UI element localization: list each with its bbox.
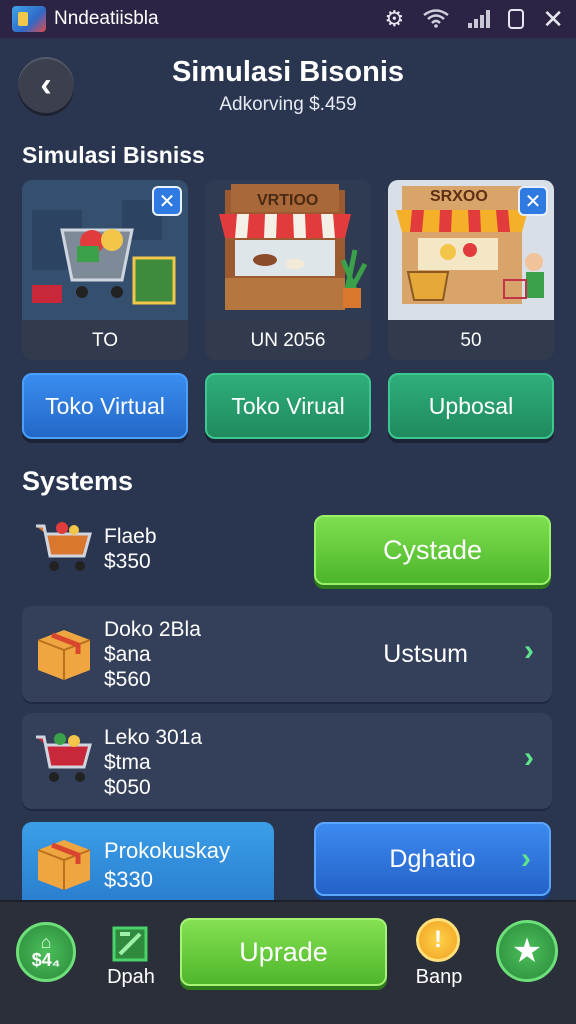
system-row-4[interactable]: Prokokuskay $330 [22, 822, 274, 902]
card-1-close-button[interactable]: ✕ [152, 186, 182, 216]
chevron-right-icon[interactable]: › [524, 741, 534, 775]
wifi-signal-icon [422, 9, 450, 28]
stall-sign: VRTIOO [257, 192, 319, 209]
cellular-signal-icon [468, 10, 491, 28]
row-2-name: Doko 2Bla [104, 618, 201, 641]
close-icon: ✕ [524, 190, 542, 213]
toko-virual-button-2[interactable]: Toko Virual [205, 373, 371, 439]
toko-virtual-button-1[interactable]: Toko Virtual [22, 373, 188, 439]
page-title: Simulasi Bisonis [171, 56, 405, 88]
systems-section-title: Systems [22, 466, 134, 496]
row-3-price: $050 [104, 776, 151, 799]
card-1-value: TO [91, 330, 119, 351]
status-app-title: Nndeatiisbla [54, 8, 159, 29]
home-money-button[interactable]: ⌂ $4₄ [16, 922, 76, 982]
row-2-line2: $ana [104, 643, 151, 666]
system-row-2[interactable]: Doko 2Bla $ana $560 Ustsum › [22, 606, 552, 702]
phone-outline-icon [508, 9, 525, 29]
app-icon [12, 6, 46, 32]
box-icon [37, 840, 91, 890]
business-card-2[interactable]: VRTIOO UN 2056 [205, 180, 371, 360]
status-icons: ⚙ ✕ [384, 6, 564, 32]
row-3-name: Leko 301a [104, 726, 203, 749]
close-icon: ✕ [158, 190, 176, 213]
ustsum-label[interactable]: Ustsum [383, 640, 468, 669]
shop-sign: SRXOO [430, 188, 488, 205]
money-value: $4₄ [31, 949, 61, 970]
dghatio-label: Dghatio [389, 844, 476, 873]
map-label[interactable]: Dpah [96, 966, 166, 989]
upgrade-button[interactable]: Uprade [180, 918, 387, 986]
row-4-name: Prokokuskay [104, 838, 230, 863]
close-x-icon[interactable]: ✕ [542, 6, 564, 32]
cystade-button[interactable]: Cystade [314, 515, 551, 585]
page-subtitle: Adkorving $.459 [219, 94, 357, 115]
row-3-line2: $tma [104, 751, 151, 774]
chevron-right-icon: › [521, 842, 531, 875]
box-icon [37, 630, 91, 680]
shopping-cart-icon [36, 733, 92, 782]
card-3-close-button[interactable]: ✕ [518, 186, 548, 216]
bonus-label[interactable]: Banp [404, 966, 474, 989]
card-3-value: 50 [460, 330, 482, 351]
star-button[interactable]: ★ [496, 920, 558, 982]
status-bar: Nndeatiisbla ⚙ ✕ [0, 0, 576, 38]
map-icon[interactable] [110, 924, 150, 964]
business-card-1[interactable]: ✕ TO [22, 180, 188, 360]
row-2-price: $560 [104, 668, 151, 691]
settings-gear-icon[interactable]: ⚙ [384, 8, 404, 30]
star-icon: ★ [511, 932, 543, 970]
dghatio-button[interactable]: Dghatio › [314, 822, 551, 896]
business-section-title: Simulasi Bisniss [22, 142, 205, 168]
card-2-value: UN 2056 [250, 330, 326, 351]
business-card-3[interactable]: SRXOO ✕ 50 [388, 180, 554, 360]
chevron-right-icon[interactable]: › [524, 634, 534, 668]
row-4-price: $330 [104, 867, 153, 892]
upbosal-button[interactable]: Upbosal [388, 373, 554, 439]
system-row-3[interactable]: Leko 301a $tma $050 › [22, 713, 552, 809]
row-1-price: $350 [104, 550, 151, 573]
row-1-name: Flaeb [104, 525, 157, 548]
shopping-cart-icon [36, 522, 92, 571]
home-icon: ⌂ [40, 931, 52, 952]
coin-exclamation-icon[interactable]: ! [416, 918, 460, 962]
